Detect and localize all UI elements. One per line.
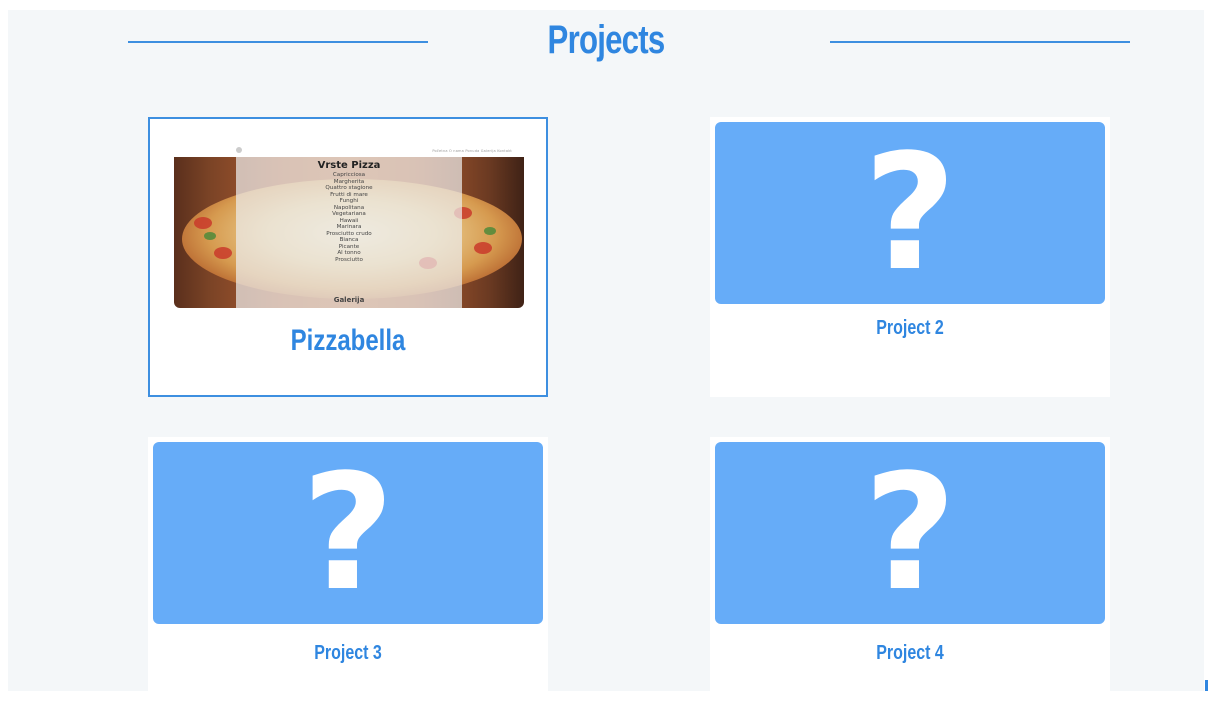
question-mark-icon: ? [863,442,957,624]
screenshot-topbar: Početna O nama Ponuda Galerija Kontakt [174,143,524,157]
question-mark-icon: ? [301,442,395,624]
project-thumbnail: ? [153,442,543,624]
projects-section: Projects Početna O nama Ponuda Galerija … [8,10,1204,717]
logo-icon [236,147,242,153]
project-title: Pizzabella [290,324,406,357]
project-card-pizzabella[interactable]: Početna O nama Ponuda Galerija Kontakt V… [148,117,548,397]
project-title: Project 2 [876,317,944,339]
project-card-3[interactable]: ? Project 3 [148,437,548,717]
menu-footer: Galerija [333,296,365,304]
project-thumbnail: ? [715,122,1105,304]
menu-title: Vrste Pizza [317,160,381,171]
menu-items: Capricciosa Margherita Quattro stagione Fru… [236,172,462,263]
screenshot-nav: Početna O nama Ponuda Galerija Kontakt [432,149,512,153]
project-thumbnail: ? [715,442,1105,624]
pizzabella-screenshot: Početna O nama Ponuda Galerija Kontakt V… [174,143,524,308]
header-divider-right [830,41,1130,43]
project-card-4[interactable]: ? Project 4 [710,437,1110,717]
project-title: Project 3 [314,642,382,664]
menu-overlay: Vrste Pizza Capricciosa Margherita Quattro… [236,157,462,308]
question-mark-icon: ? [863,122,957,304]
project-card-2[interactable]: ? Project 2 [710,117,1110,397]
scroll-indicator[interactable] [1205,680,1208,691]
project-title: Project 4 [876,642,944,664]
menu-item: Prosciutto [335,256,363,263]
